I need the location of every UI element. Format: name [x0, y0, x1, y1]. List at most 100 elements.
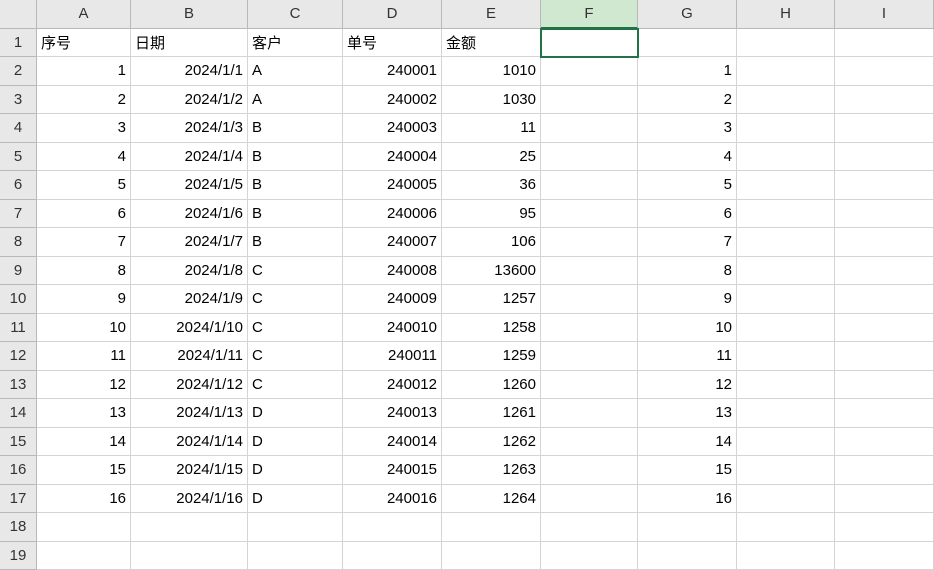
cell-D14[interactable]: 240013: [343, 399, 442, 428]
cell-D17[interactable]: 240016: [343, 485, 442, 514]
col-header-H[interactable]: H: [737, 0, 835, 29]
cell-D15[interactable]: 240014: [343, 428, 442, 457]
cell-H1[interactable]: [737, 29, 835, 58]
cell-G7[interactable]: 6: [638, 200, 737, 229]
cell-A17[interactable]: 16: [37, 485, 131, 514]
cell-B4[interactable]: 2024/1/3: [131, 114, 248, 143]
spreadsheet-grid[interactable]: ABCDEFGHI1序号日期客户单号金额212024/1/1A240001101…: [0, 0, 934, 570]
cell-B15[interactable]: 2024/1/14: [131, 428, 248, 457]
cell-I6[interactable]: [835, 171, 934, 200]
cell-F17[interactable]: [541, 485, 638, 514]
cell-F12[interactable]: [541, 342, 638, 371]
cell-F4[interactable]: [541, 114, 638, 143]
cell-I3[interactable]: [835, 86, 934, 115]
cell-E5[interactable]: 25: [442, 143, 541, 172]
cell-D7[interactable]: 240006: [343, 200, 442, 229]
cell-F8[interactable]: [541, 228, 638, 257]
cell-H19[interactable]: [737, 542, 835, 570]
cell-I18[interactable]: [835, 513, 934, 542]
row-header-3[interactable]: 3: [0, 86, 37, 115]
cell-B16[interactable]: 2024/1/15: [131, 456, 248, 485]
cell-H4[interactable]: [737, 114, 835, 143]
cell-C14[interactable]: D: [248, 399, 343, 428]
cell-I2[interactable]: [835, 57, 934, 86]
cell-G2[interactable]: 1: [638, 57, 737, 86]
cell-B3[interactable]: 2024/1/2: [131, 86, 248, 115]
cell-A2[interactable]: 1: [37, 57, 131, 86]
cell-C1[interactable]: 客户: [248, 29, 343, 58]
select-all-corner[interactable]: [0, 0, 37, 29]
col-header-C[interactable]: C: [248, 0, 343, 29]
row-header-12[interactable]: 12: [0, 342, 37, 371]
cell-E3[interactable]: 1030: [442, 86, 541, 115]
cell-B11[interactable]: 2024/1/10: [131, 314, 248, 343]
row-header-9[interactable]: 9: [0, 257, 37, 286]
row-header-5[interactable]: 5: [0, 143, 37, 172]
cell-G4[interactable]: 3: [638, 114, 737, 143]
cell-A9[interactable]: 8: [37, 257, 131, 286]
cell-E1[interactable]: 金额: [442, 29, 541, 58]
cell-A3[interactable]: 2: [37, 86, 131, 115]
cell-H18[interactable]: [737, 513, 835, 542]
row-header-10[interactable]: 10: [0, 285, 37, 314]
cell-C18[interactable]: [248, 513, 343, 542]
cell-H6[interactable]: [737, 171, 835, 200]
cell-B1[interactable]: 日期: [131, 29, 248, 58]
cell-B2[interactable]: 2024/1/1: [131, 57, 248, 86]
cell-B12[interactable]: 2024/1/11: [131, 342, 248, 371]
cell-I17[interactable]: [835, 485, 934, 514]
cell-E4[interactable]: 11: [442, 114, 541, 143]
row-header-1[interactable]: 1: [0, 29, 37, 58]
cell-B10[interactable]: 2024/1/9: [131, 285, 248, 314]
cell-A4[interactable]: 3: [37, 114, 131, 143]
cell-F1[interactable]: [541, 29, 638, 58]
cell-I14[interactable]: [835, 399, 934, 428]
cell-G1[interactable]: [638, 29, 737, 58]
cell-H13[interactable]: [737, 371, 835, 400]
cell-F6[interactable]: [541, 171, 638, 200]
cell-F13[interactable]: [541, 371, 638, 400]
col-header-B[interactable]: B: [131, 0, 248, 29]
cell-B13[interactable]: 2024/1/12: [131, 371, 248, 400]
cell-E15[interactable]: 1262: [442, 428, 541, 457]
cell-F16[interactable]: [541, 456, 638, 485]
col-header-I[interactable]: I: [835, 0, 934, 29]
row-header-15[interactable]: 15: [0, 428, 37, 457]
cell-A11[interactable]: 10: [37, 314, 131, 343]
cell-C5[interactable]: B: [248, 143, 343, 172]
cell-C11[interactable]: C: [248, 314, 343, 343]
row-header-13[interactable]: 13: [0, 371, 37, 400]
cell-G17[interactable]: 16: [638, 485, 737, 514]
cell-E2[interactable]: 1010: [442, 57, 541, 86]
row-header-19[interactable]: 19: [0, 542, 37, 570]
row-header-8[interactable]: 8: [0, 228, 37, 257]
cell-F18[interactable]: [541, 513, 638, 542]
cell-D8[interactable]: 240007: [343, 228, 442, 257]
cell-G3[interactable]: 2: [638, 86, 737, 115]
cell-I9[interactable]: [835, 257, 934, 286]
cell-A5[interactable]: 4: [37, 143, 131, 172]
cell-E6[interactable]: 36: [442, 171, 541, 200]
cell-F2[interactable]: [541, 57, 638, 86]
cell-H7[interactable]: [737, 200, 835, 229]
cell-G6[interactable]: 5: [638, 171, 737, 200]
cell-H15[interactable]: [737, 428, 835, 457]
cell-G12[interactable]: 11: [638, 342, 737, 371]
cell-D6[interactable]: 240005: [343, 171, 442, 200]
cell-G16[interactable]: 15: [638, 456, 737, 485]
cell-D3[interactable]: 240002: [343, 86, 442, 115]
cell-G14[interactable]: 13: [638, 399, 737, 428]
cell-F11[interactable]: [541, 314, 638, 343]
cell-E14[interactable]: 1261: [442, 399, 541, 428]
cell-A12[interactable]: 11: [37, 342, 131, 371]
cell-D5[interactable]: 240004: [343, 143, 442, 172]
cell-G11[interactable]: 10: [638, 314, 737, 343]
cell-E13[interactable]: 1260: [442, 371, 541, 400]
cell-E8[interactable]: 106: [442, 228, 541, 257]
cell-D2[interactable]: 240001: [343, 57, 442, 86]
cell-B18[interactable]: [131, 513, 248, 542]
cell-D19[interactable]: [343, 542, 442, 570]
cell-G15[interactable]: 14: [638, 428, 737, 457]
cell-I1[interactable]: [835, 29, 934, 58]
cell-D1[interactable]: 单号: [343, 29, 442, 58]
